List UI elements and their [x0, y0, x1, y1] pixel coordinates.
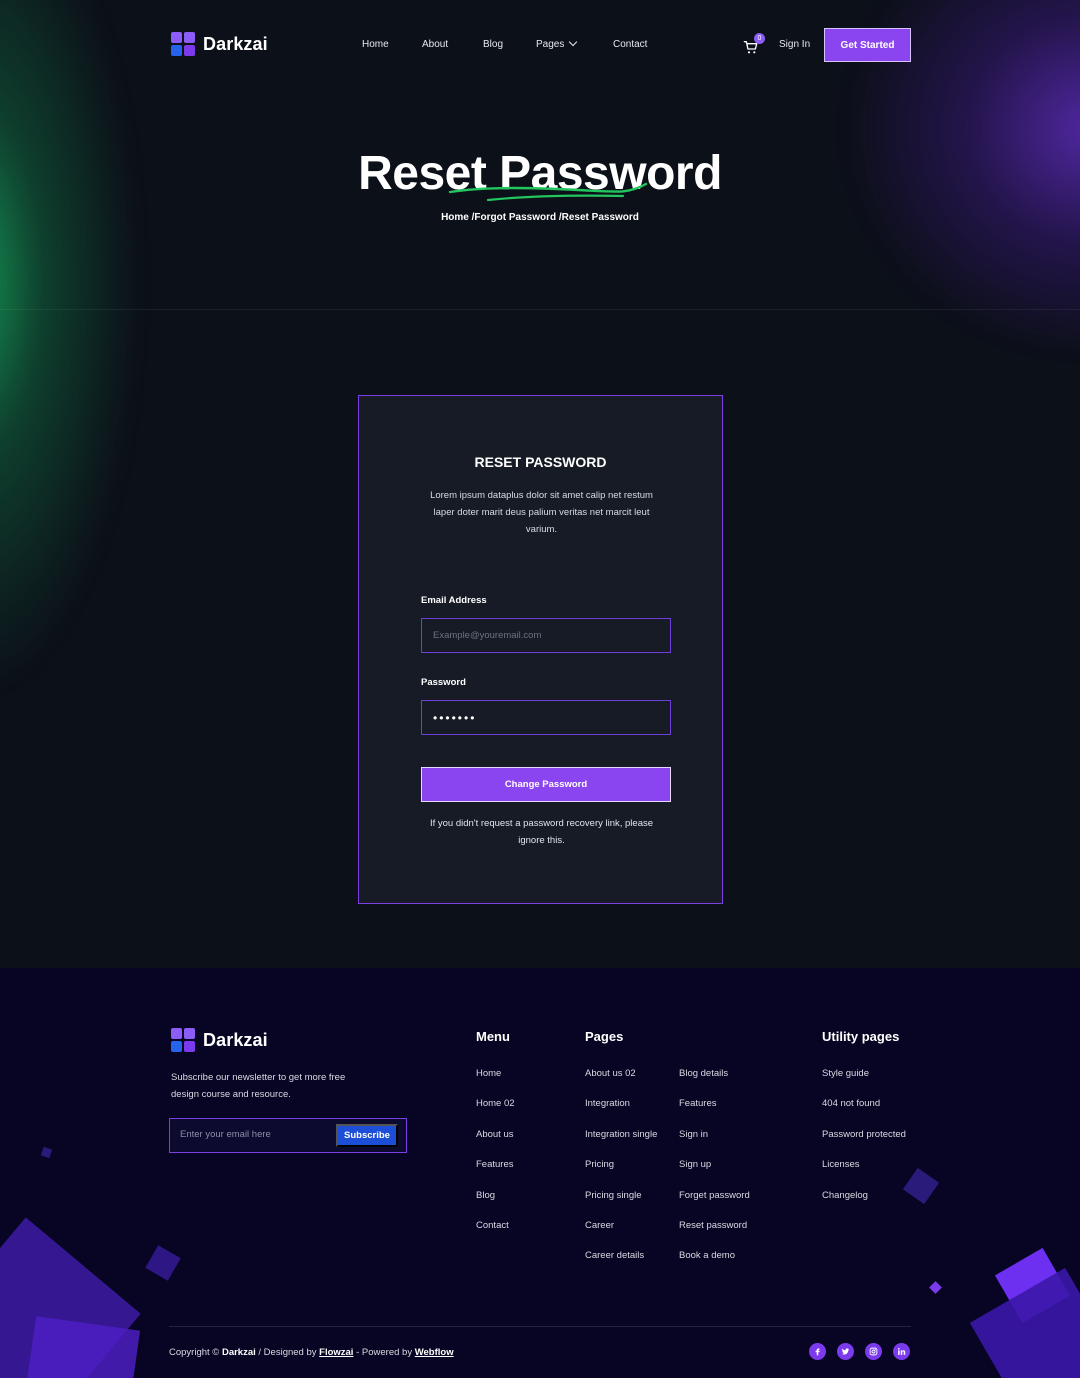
footer-link-career[interactable]: Career [585, 1220, 614, 1231]
decor-shape [40, 1146, 53, 1159]
linkedin-icon[interactable] [893, 1343, 910, 1360]
menu-column-title: Menu [476, 1029, 510, 1044]
footer-link-features[interactable]: Features [476, 1159, 514, 1170]
footer-link-pricing-single[interactable]: Pricing single [585, 1190, 642, 1201]
nav-about[interactable]: About [422, 39, 448, 50]
footer-divider [169, 1326, 911, 1327]
footer-link-home[interactable]: Home [476, 1068, 501, 1079]
green-glow [0, 0, 140, 700]
newsletter-email-input[interactable]: Enter your email here [180, 1119, 271, 1151]
footer-link-sign-in[interactable]: Sign in [679, 1129, 708, 1140]
brand-logo[interactable]: Darkzai [171, 32, 268, 56]
footer-link-changelog[interactable]: Changelog [822, 1190, 868, 1201]
instagram-icon[interactable] [865, 1343, 882, 1360]
footer-link-book-a-demo[interactable]: Book a demo [679, 1250, 735, 1261]
facebook-icon[interactable] [809, 1343, 826, 1360]
hero-divider [0, 309, 1080, 310]
copyright-powered: - Powered by [356, 1347, 413, 1358]
social-links [809, 1343, 910, 1360]
logo-icon [171, 32, 195, 56]
cart-button[interactable]: 0 [743, 33, 765, 57]
copyright: Copyright © Darkzai / Designed by Flowza… [169, 1347, 454, 1358]
copyright-designed: / Designed by [258, 1347, 317, 1358]
signin-link[interactable]: Sign In [779, 39, 810, 50]
nav-home[interactable]: Home [362, 39, 389, 50]
designer-link[interactable]: Flowzai [319, 1347, 353, 1358]
nav-blog[interactable]: Blog [483, 39, 503, 50]
footer-link-pricing[interactable]: Pricing [585, 1159, 614, 1170]
footer: Darkzai Subscribe our newsletter to get … [0, 968, 1080, 1378]
decor-shape [929, 1281, 942, 1294]
subscribe-button[interactable]: Subscribe [336, 1124, 398, 1147]
brand-name: Darkzai [203, 33, 268, 54]
breadcrumb: Home /Forgot Password /Reset Password [441, 212, 639, 223]
email-label: Email Address [421, 595, 487, 606]
hero-section: Darkzai Home About Blog Pages Contact 0 … [0, 0, 1080, 968]
pages-column-title: Pages [585, 1029, 624, 1044]
card-note: If you didn't request a password recover… [429, 818, 654, 846]
password-label: Password [421, 677, 466, 688]
password-field[interactable]: ••••••• [421, 700, 671, 735]
nav-pages-label: Pages [536, 39, 565, 50]
get-started-button[interactable]: Get Started [824, 28, 911, 62]
copyright-prefix: Copyright © [169, 1347, 220, 1358]
footer-link-blog[interactable]: Blog [476, 1190, 495, 1201]
reset-password-card: RESET PASSWORD Lorem ipsum dataplus dolo… [358, 395, 723, 904]
footer-link-password-protected[interactable]: Password protected [822, 1129, 906, 1140]
logo-icon [171, 1028, 195, 1052]
title-underline-icon [448, 182, 648, 202]
footer-link-licenses[interactable]: Licenses [822, 1159, 860, 1170]
navbar: Darkzai Home About Blog Pages Contact 0 … [0, 0, 1080, 90]
change-password-button[interactable]: Change Password [421, 767, 671, 802]
twitter-icon[interactable] [837, 1343, 854, 1360]
card-title: RESET PASSWORD [474, 454, 607, 470]
nav-pages-dropdown[interactable]: Pages [536, 37, 578, 50]
newsletter-form: Enter your email here Subscribe [169, 1118, 407, 1153]
footer-link-about-us[interactable]: About us [476, 1129, 514, 1140]
footer-brand-name: Darkzai [203, 1029, 268, 1050]
footer-link-reset-password[interactable]: Reset password [679, 1220, 747, 1231]
copyright-brand: Darkzai [221, 1347, 256, 1358]
webflow-link[interactable]: Webflow [415, 1347, 454, 1358]
nav-contact[interactable]: Contact [613, 39, 647, 50]
page: Darkzai Home About Blog Pages Contact 0 … [0, 0, 1080, 1378]
chevron-down-icon [569, 37, 578, 47]
decor-shape [902, 1167, 940, 1205]
decor-shape [145, 1245, 181, 1281]
email-field[interactable]: Example@youremail.com [421, 618, 671, 653]
footer-link-features-page[interactable]: Features [679, 1098, 717, 1109]
card-description: Lorem ipsum dataplus dolor sit amet cali… [430, 490, 653, 535]
footer-link-blog-details[interactable]: Blog details [679, 1068, 728, 1079]
footer-link-integration[interactable]: Integration [585, 1098, 630, 1109]
footer-link-about-us-02[interactable]: About us 02 [585, 1068, 636, 1079]
footer-link-home-02[interactable]: Home 02 [476, 1098, 515, 1109]
utility-column-title: Utility pages [822, 1029, 900, 1044]
cart-count-badge: 0 [754, 33, 765, 44]
footer-description: Subscribe our newsletter to get more fre… [171, 1072, 346, 1100]
footer-link-contact[interactable]: Contact [476, 1220, 509, 1231]
footer-link-career-details[interactable]: Career details [585, 1250, 644, 1261]
footer-link-forget-password[interactable]: Forget password [679, 1190, 750, 1201]
footer-link-sign-up[interactable]: Sign up [679, 1159, 711, 1170]
footer-link-404[interactable]: 404 not found [822, 1098, 880, 1109]
footer-logo[interactable]: Darkzai [171, 1028, 268, 1052]
footer-link-style-guide[interactable]: Style guide [822, 1068, 869, 1079]
footer-link-integration-single[interactable]: Integration single [585, 1129, 657, 1140]
